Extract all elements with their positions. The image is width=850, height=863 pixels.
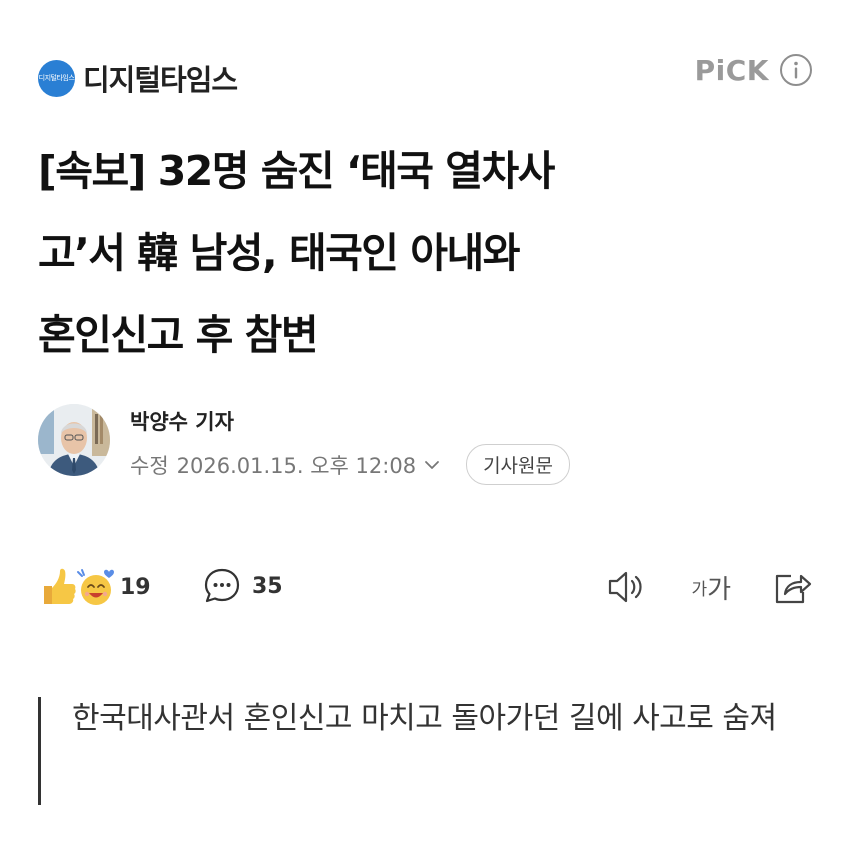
article-datetime: 2026.01.15. 오후 12:08	[176, 453, 417, 478]
speaker-icon	[609, 571, 643, 603]
article-tools: 가 가	[605, 566, 813, 608]
action-bar: 19 35 가 가	[38, 560, 813, 616]
headline-line: 혼인신고 후 참변	[38, 311, 319, 359]
reaction-button[interactable]: 19	[38, 564, 151, 610]
press-logo-badge: 디지털타임스	[38, 59, 75, 97]
info-icon[interactable]	[779, 53, 813, 87]
headline-line: 고’서 韓 남성, 태국인 아내와	[38, 229, 520, 277]
share-icon	[775, 574, 812, 604]
font-size-button[interactable]: 가 가	[691, 569, 731, 606]
press-name[interactable]: 디지털타임스	[83, 57, 238, 99]
pick-label[interactable]: PiCK	[695, 54, 769, 87]
comment-button[interactable]: 35	[202, 566, 283, 606]
comment-icon	[204, 568, 240, 603]
reaction-icons	[44, 568, 114, 605]
byline: 박양수 기자 수정 2026.01.15. 오후 12:08 기사원문	[38, 404, 738, 485]
emoji-face-icon	[77, 569, 114, 605]
original-article-button[interactable]: 기사원문	[466, 444, 570, 485]
article-meta: 수정 2026.01.15. 오후 12:08 기사원문	[130, 444, 570, 485]
press-logo[interactable]: 디지털타임스 디지털타임스	[38, 57, 238, 99]
press-header: 디지털타임스 디지털타임스 PiCK	[38, 50, 813, 100]
press-logo-text: 디지털타임스	[38, 74, 75, 82]
headline-line: [속보] 32명 숨진 ‘태국 열차사	[38, 147, 555, 195]
modified-label: 수정	[130, 453, 169, 478]
font-size-large-label: 가	[707, 573, 731, 604]
chevron-down-icon[interactable]	[424, 459, 440, 471]
share-button[interactable]	[771, 566, 813, 608]
reporter-avatar[interactable]	[38, 404, 110, 476]
comment-count: 35	[252, 573, 283, 599]
article-summary: 한국대사관서 혼인신고 마치고 돌아가던 길에 사고로 숨져	[38, 697, 813, 805]
reporter-name[interactable]: 박양수 기자	[130, 406, 234, 436]
summary-divider	[38, 697, 41, 805]
reaction-count: 19	[120, 574, 151, 600]
tts-button[interactable]	[605, 566, 647, 608]
font-size-small-label: 가	[691, 579, 708, 599]
reporter-photo	[38, 404, 110, 476]
summary-text: 한국대사관서 혼인신고 마치고 돌아가던 길에 사고로 숨져	[72, 701, 777, 736]
thumbs-up-icon	[44, 568, 76, 604]
article-headline: [속보] 32명 숨진 ‘태국 열차사 고’서 韓 남성, 태국인 아내와 혼인…	[38, 130, 808, 376]
pick-area[interactable]: PiCK	[695, 53, 813, 87]
